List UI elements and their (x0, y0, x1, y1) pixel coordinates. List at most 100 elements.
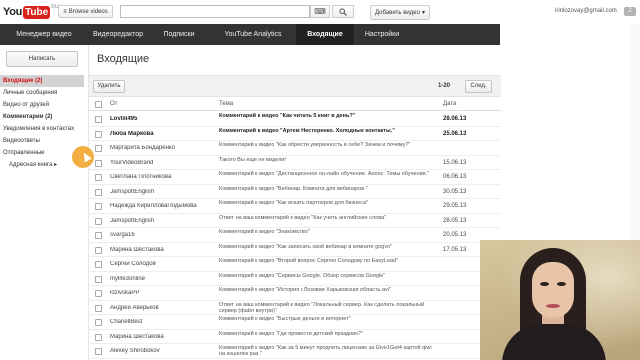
message-checkbox[interactable] (95, 159, 102, 167)
message-subject[interactable]: Комментарий к видео "Вебинар. Комната дл… (219, 186, 439, 199)
message-sender[interactable]: lozivskaPP (110, 290, 215, 296)
message-sender[interactable]: svarga16 (110, 232, 215, 238)
message-subject[interactable]: Комментарий к видео "Как за 5 минут прод… (219, 345, 439, 358)
keyboard-icon[interactable]: ⌨ (310, 5, 330, 18)
sidebar-item-video-responses[interactable]: Видеоответы (0, 135, 84, 147)
tab-subscriptions[interactable]: Подписки (148, 24, 210, 45)
message-row[interactable]: lozivskaPP Комментарий к видео "История г… (89, 286, 501, 301)
column-header-from[interactable]: От (110, 101, 117, 107)
message-checkbox[interactable] (95, 130, 102, 138)
message-checkbox[interactable] (95, 319, 102, 326)
sidebar-item-personal-messages[interactable]: Личные сообщения (0, 87, 84, 99)
message-subject[interactable]: Комментарий к видео "Второй вопрос Серге… (219, 258, 439, 271)
message-sender[interactable]: Марина Шестакова (110, 247, 215, 253)
sidebar-item-address-book[interactable]: Адресная книга ▸ (0, 159, 84, 171)
message-sender[interactable]: Андрей Аверьков (110, 305, 215, 311)
select-all-checkbox[interactable] (95, 101, 102, 108)
message-date: 17.05.13 (443, 246, 467, 253)
message-sender[interactable]: YourVideoBrand (110, 160, 215, 166)
message-subject[interactable]: Комментарий к видео "История г.Лозовая Х… (219, 287, 439, 300)
message-checkbox[interactable] (95, 232, 102, 239)
sidebar-item-contact-notifications[interactable]: Уведомления в контактах (0, 123, 84, 135)
message-subject[interactable]: Комментарий к видео "Где провести детски… (219, 331, 439, 344)
tab-video-editor[interactable]: Видеоредактор (88, 24, 148, 45)
message-checkbox[interactable] (95, 304, 102, 312)
upload-video-label: Добавить видео (375, 9, 420, 16)
message-checkbox[interactable] (95, 217, 102, 225)
tab-settings[interactable]: Настройки (354, 24, 410, 45)
message-checkbox[interactable] (95, 261, 102, 268)
message-sender[interactable]: Надежда КирилловаПодымова (110, 203, 215, 209)
message-sender[interactable]: Светлана Плотникова (110, 174, 215, 180)
browse-videos-button[interactable]: ≡ Browse videos (58, 5, 113, 18)
message-subject[interactable]: Комментарий к видео "Как читать 5 книг в… (219, 113, 439, 126)
search-input[interactable] (120, 5, 310, 18)
column-header-subject[interactable]: Тема (219, 101, 233, 107)
delete-button[interactable]: Удалить (93, 80, 125, 93)
message-subject[interactable]: Комментарий к видео "Как искать партнеро… (219, 200, 439, 213)
message-checkbox[interactable] (95, 188, 102, 196)
message-row[interactable]: YourVideoBrand Такого Вы еще не видели! 15… (89, 156, 501, 170)
message-row[interactable]: Lovlili495 Комментарий к видео "Как читат… (89, 112, 501, 127)
message-sender[interactable]: Alexey Shirobokov (110, 348, 215, 354)
message-sender[interactable]: ChanellBest (110, 319, 215, 325)
next-page-button[interactable]: След. (465, 80, 492, 93)
message-checkbox[interactable] (95, 333, 102, 341)
message-sender[interactable]: Маргарита Бондаренко (110, 145, 215, 151)
message-row[interactable]: Сергей Солодов Комментарий к видео "Второ… (89, 257, 501, 272)
message-checkbox[interactable] (95, 145, 102, 152)
message-row[interactable]: Маргарита Бондаренко Комментарий к видео … (89, 141, 501, 156)
message-checkbox[interactable] (95, 174, 102, 181)
message-row[interactable]: svarga16 Комментарий к видео "Знакомство"… (89, 228, 501, 243)
youtube-logo[interactable]: You Tube RU (3, 4, 58, 20)
message-subject[interactable]: Комментарий к видео "Дистанционное он-ла… (219, 171, 439, 184)
account-username[interactable]: irinlozovay@gmail.com (555, 8, 617, 14)
message-checkbox[interactable] (95, 290, 102, 297)
message-row[interactable]: Alexey Shirobokov Комментарий к видео "Ка… (89, 344, 501, 359)
message-row[interactable]: Надежда КирилловаПодымова Комментарий к в… (89, 199, 501, 214)
message-subject[interactable]: Такого Вы еще не видели! (219, 157, 439, 170)
tab-video-manager[interactable]: Менеджер видео (0, 24, 88, 45)
message-date: 28.06.13 (443, 116, 467, 122)
message-sender[interactable]: JamspottEnglish (110, 189, 215, 195)
message-checkbox[interactable] (95, 116, 102, 123)
message-row[interactable]: JamspottEnglish Комментарий к видео "Веби… (89, 185, 501, 199)
message-row[interactable]: mylife3online Комментарий к видео "Сервис… (89, 272, 501, 286)
message-subject[interactable]: Ответ на ваш комментарий к видео "Как уч… (219, 215, 439, 228)
message-checkbox[interactable] (95, 348, 102, 355)
message-subject[interactable]: Комментарий к видео "Знакомство" (219, 229, 439, 242)
message-row[interactable]: Марина Шестакова Комментарий к видео "Как… (89, 243, 501, 257)
search-icon (339, 7, 347, 16)
message-sender[interactable]: Сергей Солодов (110, 261, 215, 267)
message-subject[interactable]: Ответ на ваш комментарий к видео "Локаль… (219, 302, 439, 315)
search-button[interactable] (332, 5, 354, 18)
message-sender[interactable]: Люба Маркова (110, 131, 215, 137)
message-sender[interactable]: Lovlili495 (110, 116, 215, 122)
notification-count-badge[interactable]: 2 (624, 7, 636, 16)
message-checkbox[interactable] (95, 246, 102, 254)
message-row[interactable]: Светлана Плотникова Комментарий к видео "… (89, 170, 501, 185)
message-sender[interactable]: JamspottEnglish (110, 218, 215, 224)
column-header-date[interactable]: Дата (443, 101, 456, 107)
upload-video-button[interactable]: Добавить видео ▾ (370, 5, 430, 20)
compose-button[interactable]: Написать (6, 51, 78, 67)
message-sender[interactable]: mylife3online (110, 276, 215, 282)
sidebar-item-comments[interactable]: Комментарии (2) (0, 111, 84, 123)
message-checkbox[interactable] (95, 275, 102, 283)
message-sender[interactable]: Марина Шестакова (110, 334, 215, 340)
sidebar-item-inbox[interactable]: Входящие (2) (0, 75, 84, 87)
message-row[interactable]: Андрей Аверьков Ответ на ваш комментарий … (89, 301, 501, 315)
message-row[interactable]: ChanellBest Комментарий к видео "Быстрые … (89, 315, 501, 330)
tab-inbox[interactable]: Входящие (296, 24, 354, 45)
message-subject[interactable]: Комментарий к видео "Артем Нестеренко. Х… (219, 128, 439, 141)
message-row[interactable]: Люба Маркова Комментарий к видео "Артем Н… (89, 127, 501, 141)
message-row[interactable]: JamspottEnglish Ответ на ваш комментарий … (89, 214, 501, 228)
message-row[interactable]: Марина Шестакова Комментарий к видео "Где… (89, 330, 501, 344)
message-subject[interactable]: Комментарий к видео "Быстрые деньги в ин… (219, 316, 439, 329)
sidebar-item-friend-videos[interactable]: Видео от друзей (0, 99, 84, 111)
message-checkbox[interactable] (95, 203, 102, 210)
message-subject[interactable]: Комментарий к видео "Сервисы Google. Обз… (219, 273, 439, 286)
message-subject[interactable]: Комментарий к видео "Как обрести уверенн… (219, 142, 439, 155)
tab-youtube-analytics[interactable]: YouTube Analytics (210, 24, 296, 45)
message-subject[interactable]: Комментарий к видео "Как записать свой в… (219, 244, 439, 257)
